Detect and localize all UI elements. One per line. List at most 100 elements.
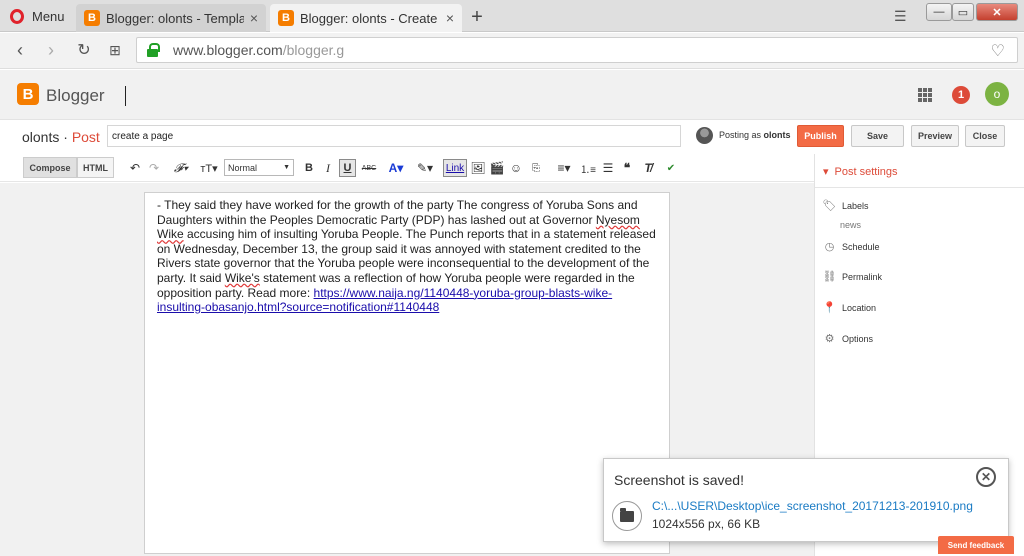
editor-toolbar: Compose HTML ↶ ↷ 𝓕▾ ᴛT▾ Normal ▼ B I U A… bbox=[0, 154, 814, 182]
link-button[interactable]: Link bbox=[443, 159, 467, 177]
location-text: Location bbox=[842, 302, 877, 313]
divider bbox=[815, 187, 1024, 188]
preview-button[interactable]: Preview bbox=[911, 125, 959, 147]
url-host: www.blogger.com bbox=[173, 42, 283, 58]
blogger-logo-icon[interactable]: B bbox=[17, 83, 39, 105]
close-button[interactable]: Close bbox=[965, 125, 1005, 147]
tab-title: Blogger: olonts - Create post bbox=[300, 10, 440, 26]
labels-item[interactable]: 🏷 Labels bbox=[823, 199, 869, 212]
quote-icon[interactable]: ❝ bbox=[620, 159, 634, 177]
text-caret bbox=[125, 86, 126, 106]
toast-close-icon[interactable]: ✕ bbox=[976, 467, 996, 487]
forward-arrow-icon[interactable]: › bbox=[40, 39, 62, 61]
posting-as-label: Posting as bbox=[719, 130, 762, 140]
remove-formatting-icon[interactable]: T̸ bbox=[640, 159, 656, 177]
publish-button[interactable]: Publish bbox=[797, 125, 844, 147]
poster-avatar bbox=[696, 127, 713, 144]
folder-icon[interactable] bbox=[612, 501, 642, 531]
tab-close-icon[interactable]: × bbox=[446, 10, 454, 26]
insert-video-icon[interactable]: 🎬 bbox=[489, 159, 505, 177]
new-tab-button[interactable]: + bbox=[466, 6, 488, 29]
post-settings-header[interactable]: Post settings bbox=[823, 165, 898, 178]
back-arrow-icon[interactable]: ‹ bbox=[9, 39, 31, 61]
url-field[interactable]: www.blogger.com/blogger.g ♡ bbox=[136, 37, 1018, 63]
maximize-button[interactable]: ▭ bbox=[952, 3, 974, 21]
schedule-item[interactable]: ◷ Schedule bbox=[823, 240, 880, 253]
highlight-color-icon[interactable]: ✎▾ bbox=[413, 159, 437, 177]
opera-menu-button[interactable]: Menu bbox=[0, 0, 74, 32]
tab-template[interactable]: B Blogger: olonts - Template × bbox=[76, 4, 266, 32]
insert-emoji-icon[interactable]: ☺ bbox=[508, 159, 524, 177]
numbered-list-icon[interactable]: ⒈≡ bbox=[580, 159, 596, 177]
save-button[interactable]: Save bbox=[851, 125, 904, 147]
screenshot-saved-toast: Screenshot is saved! ✕ C:\...\USER\Deskt… bbox=[603, 458, 1009, 542]
strikethrough-button[interactable]: ABC bbox=[360, 159, 378, 177]
posting-as-user: olonts bbox=[763, 130, 791, 140]
spellcheck-icon[interactable]: ✔ bbox=[663, 159, 679, 177]
account-avatar[interactable]: o bbox=[985, 82, 1009, 106]
link-chain-icon: ⛓ bbox=[822, 271, 837, 283]
notification-badge[interactable]: 1 bbox=[952, 86, 970, 104]
app-name[interactable]: Blogger bbox=[46, 86, 105, 106]
italic-button[interactable]: I bbox=[321, 159, 335, 177]
compose-mode-button[interactable]: Compose bbox=[23, 157, 77, 178]
chevron-down-icon: ▼ bbox=[283, 164, 290, 171]
breadcrumb-separator: · bbox=[59, 129, 72, 145]
lock-icon bbox=[147, 43, 160, 57]
window-close-button[interactable]: ✕ bbox=[976, 3, 1018, 21]
text-color-icon[interactable]: A▾ bbox=[384, 159, 408, 177]
label-tag-icon: 🏷 bbox=[822, 200, 837, 212]
browser-tab-bar: Menu B Blogger: olonts - Template × B Bl… bbox=[0, 0, 1024, 32]
toast-title: Screenshot is saved! bbox=[614, 472, 744, 488]
menu-label: Menu bbox=[32, 8, 65, 24]
html-mode-button[interactable]: HTML bbox=[77, 157, 114, 178]
undo-icon[interactable]: ↶ bbox=[128, 159, 142, 177]
blogger-header: B Blogger 1 o bbox=[0, 70, 1024, 120]
send-feedback-button[interactable]: Send feedback bbox=[938, 536, 1014, 554]
post-title-input[interactable]: create a page bbox=[107, 125, 681, 147]
tab-title: Blogger: olonts - Template bbox=[106, 10, 244, 26]
easy-setup-icon[interactable]: ☰ bbox=[894, 8, 907, 25]
insert-image-icon[interactable]: 🖼 bbox=[470, 159, 486, 177]
jump-break-icon[interactable]: ⎘ bbox=[528, 159, 544, 177]
apps-grid-icon[interactable] bbox=[918, 88, 932, 102]
labels-text: Labels bbox=[842, 200, 869, 211]
font-size-icon[interactable]: ᴛT▾ bbox=[197, 159, 221, 177]
screenshot-path-link[interactable]: C:\...\USER\Desktop\ice_screenshot_20171… bbox=[652, 499, 973, 513]
redo-icon[interactable]: ↷ bbox=[147, 159, 161, 177]
format-select-value: Normal bbox=[228, 162, 258, 173]
bold-button[interactable]: B bbox=[302, 159, 316, 177]
tabs-grid-icon[interactable]: ⊞ bbox=[104, 39, 126, 61]
screenshot-size: 1024x556 px, 66 KB bbox=[652, 517, 761, 531]
permalink-text: Permalink bbox=[842, 271, 883, 282]
blogger-favicon-icon: B bbox=[278, 10, 294, 26]
options-text: Options bbox=[842, 333, 874, 344]
misspelled-word[interactable]: Wike's bbox=[225, 271, 260, 285]
blogger-favicon-icon: B bbox=[84, 10, 100, 26]
section-label: Post bbox=[71, 129, 100, 145]
tab-close-icon[interactable]: × bbox=[250, 10, 258, 26]
opera-logo-icon bbox=[10, 8, 24, 24]
bullet-list-icon[interactable]: ☰ bbox=[600, 159, 616, 177]
labels-value: news bbox=[840, 220, 862, 230]
body-text: - They said they have worked for the gro… bbox=[157, 198, 638, 227]
posting-as: Posting as olonts bbox=[719, 130, 791, 140]
alignment-icon[interactable]: ≡▾ bbox=[552, 159, 576, 177]
options-item[interactable]: ⚙ Options bbox=[823, 332, 873, 345]
breadcrumb: olonts · Post bbox=[22, 129, 100, 145]
gear-icon: ⚙ bbox=[824, 333, 835, 345]
bookmark-heart-icon[interactable]: ♡ bbox=[991, 41, 1005, 61]
reload-icon[interactable]: ↻ bbox=[73, 39, 95, 61]
post-body-editor[interactable]: - They said they have worked for the gro… bbox=[144, 192, 670, 554]
format-select[interactable]: Normal ▼ bbox=[224, 159, 294, 176]
permalink-item[interactable]: ⛓ Permalink bbox=[822, 270, 883, 283]
location-pin-icon: 📍 bbox=[822, 302, 837, 314]
location-item[interactable]: 📍 Location bbox=[823, 301, 876, 314]
minimize-button[interactable]: — bbox=[926, 3, 952, 21]
url-path: /blogger.g bbox=[282, 42, 345, 58]
post-title-bar: olonts · Post create a page Posting as o… bbox=[0, 121, 1024, 153]
underline-button[interactable]: U bbox=[339, 159, 356, 177]
font-family-icon[interactable]: 𝓕▾ bbox=[170, 159, 192, 177]
blog-name[interactable]: olonts bbox=[22, 129, 59, 145]
tab-create-post[interactable]: B Blogger: olonts - Create post × bbox=[270, 4, 462, 32]
